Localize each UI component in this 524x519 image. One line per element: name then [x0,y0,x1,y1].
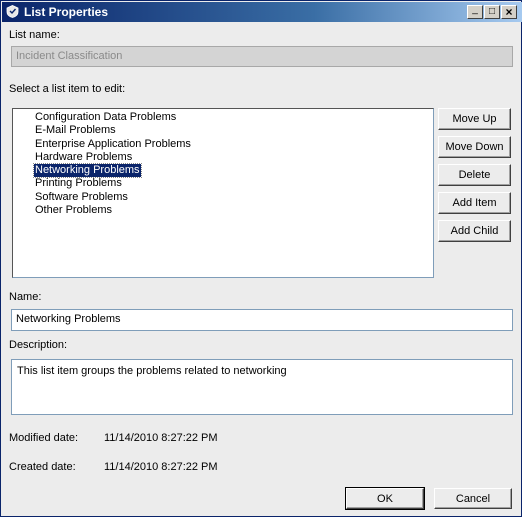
close-button[interactable]: × [501,5,517,19]
minimize-icon: _ [472,4,478,15]
list-name-label: List name: [9,29,60,41]
ok-button[interactable]: OK [345,487,425,510]
maximize-icon: □ [488,6,496,17]
list-items-listbox[interactable]: Configuration Data Problems E-Mail Probl… [12,108,434,278]
delete-button[interactable]: Delete [438,164,511,186]
list-name-field: Incident Classification [11,46,513,67]
list-item-networking-problems[interactable]: Networking Problems [33,163,142,178]
created-date-value: 11/14/2010 8:27:22 PM [104,461,218,473]
list-items-label: Select a list item to edit: [9,83,126,95]
list-properties-dialog: List Properties _ □ × List name: Inciden… [0,0,522,517]
description-label: Description: [9,339,68,351]
cancel-button[interactable]: Cancel [434,488,512,509]
close-icon: × [505,5,513,19]
list-item-software-problems[interactable]: Software Problems [34,191,129,204]
move-down-button[interactable]: Move Down [438,136,511,158]
add-child-button[interactable]: Add Child [438,220,511,242]
add-item-button[interactable]: Add Item [438,192,511,214]
list-item-hardware-problems[interactable]: Hardware Problems [34,151,133,164]
app-icon [6,5,19,18]
move-up-button[interactable]: Move Up [438,108,511,130]
list-item-email-problems[interactable]: E-Mail Problems [34,124,117,137]
list-item-configuration-data-problems[interactable]: Configuration Data Problems [34,111,177,124]
window-title: List Properties [24,5,109,19]
modified-date-value: 11/14/2010 8:27:22 PM [104,432,218,444]
created-date-label: Created date: [9,461,76,473]
list-item-printing-problems[interactable]: Printing Problems [34,177,123,190]
list-item-enterprise-application-problems[interactable]: Enterprise Application Problems [34,138,192,151]
modified-date-label: Modified date: [9,432,79,444]
name-input[interactable]: Networking Problems [11,309,513,331]
title-bar[interactable]: List Properties _ □ × [2,2,522,22]
maximize-button[interactable]: □ [484,5,500,19]
name-label: Name: [9,291,42,303]
list-item-other-problems[interactable]: Other Problems [34,204,113,217]
description-textarea[interactable]: This list item groups the problems relat… [11,359,513,415]
minimize-button[interactable]: _ [467,5,483,19]
